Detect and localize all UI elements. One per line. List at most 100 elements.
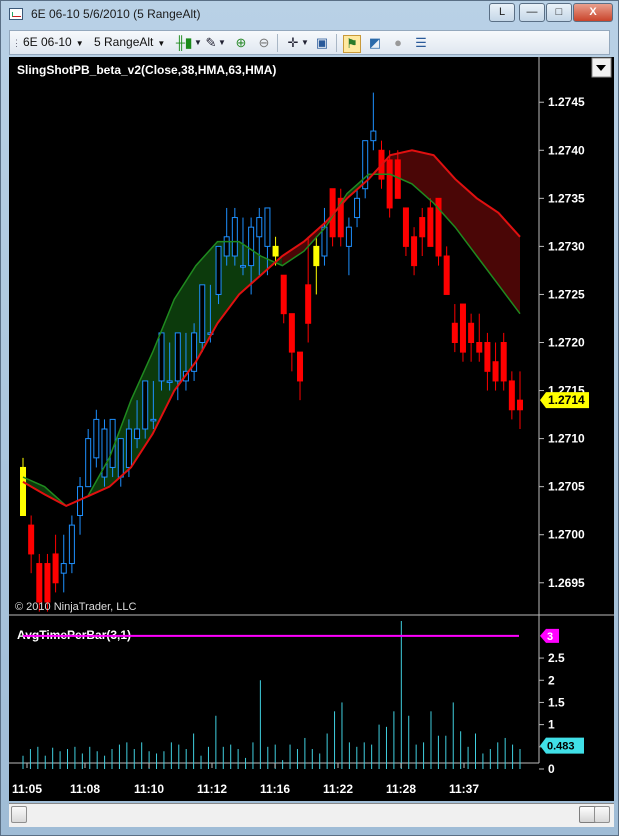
window-title: 6E 06-10 5/6/2010 (5 RangeAlt): [31, 7, 201, 21]
candle: [402, 207, 409, 256]
candle: [117, 438, 124, 487]
price-panel-title: SlingShotPB_beta_v2(Close,38,HMA,63,HMA): [17, 63, 276, 77]
instrument-selector[interactable]: 6E 06-10 ▼: [23, 34, 84, 51]
instrument-label: 6E 06-10: [23, 35, 72, 49]
minimize-button[interactable]: —: [519, 3, 545, 22]
indicator-tick-label: 2.5: [548, 651, 565, 665]
candle: [313, 236, 320, 295]
scroll-right-button[interactable]: [594, 806, 610, 823]
candle: [321, 207, 328, 266]
chart-window: 6E 06-10 5/6/2010 (5 RangeAlt) L — □ X ⋮…: [0, 0, 619, 836]
candle: [517, 371, 523, 429]
chart-area[interactable]: 1.2745 1.2740 1.2735 1.2730 1.2725 1.2720 1.27…: [9, 57, 614, 801]
maximize-button[interactable]: □: [546, 3, 572, 22]
indicator-tick-label: 2: [548, 673, 555, 687]
indicator-tick-label: 0: [548, 762, 555, 776]
candle: [419, 207, 426, 256]
link-button[interactable]: L: [489, 3, 515, 22]
time-tick-label: 11:08: [70, 782, 100, 796]
time-tick-label: 11:37: [449, 782, 479, 796]
candle: [52, 534, 59, 593]
close-button[interactable]: X: [573, 3, 613, 22]
time-tick-label: 11:12: [197, 782, 227, 796]
candle: [280, 274, 287, 324]
price-tick-label: 1.2730: [548, 239, 585, 253]
chevron-down-icon[interactable]: ▼: [218, 35, 226, 51]
strategy-icon[interactable]: ⚑: [343, 35, 361, 53]
chart-menu-button[interactable]: [591, 57, 612, 78]
candle: [459, 303, 466, 362]
period-label: 5 RangeAlt: [94, 35, 154, 49]
chevron-down-icon[interactable]: ▼: [301, 35, 309, 51]
zoom-in-icon[interactable]: ⊕: [233, 35, 249, 51]
horizontal-scrollbar[interactable]: [9, 803, 614, 827]
properties-icon[interactable]: ▣: [314, 35, 330, 51]
price-tick-label: 1.2740: [548, 143, 585, 157]
indicator-tick-label: 1.5: [548, 695, 565, 709]
indicators-icon[interactable]: ◩: [367, 35, 383, 51]
price-tick-label: 1.2720: [548, 336, 585, 350]
price-tick-label: 1.2725: [548, 287, 585, 301]
price-tick-label: 1.2745: [548, 95, 585, 109]
time-tick-label: 11:22: [323, 782, 353, 796]
title-bar[interactable]: 6E 06-10 5/6/2010 (5 RangeAlt) L — □ X: [1, 1, 618, 28]
toolbar-separator: [336, 34, 337, 52]
indicator-level-marker: 3: [540, 628, 559, 643]
price-tick-label: 1.2710: [548, 432, 585, 446]
time-tick-label: 11:05: [12, 782, 42, 796]
candle: [20, 457, 26, 517]
copyright-text: © 2010 NinjaTrader, LLC: [15, 601, 136, 613]
pencil-draw-icon[interactable]: ✎: [203, 35, 219, 51]
price-tick-label: 1.2705: [548, 480, 585, 494]
indicator-level-label: 3: [547, 631, 553, 643]
chart-app-icon[interactable]: [9, 8, 23, 20]
candle: [337, 188, 344, 247]
chevron-down-icon: ▼: [75, 39, 84, 48]
last-price-label: 1.2714: [548, 393, 585, 407]
chart-canvas[interactable]: 1.2745 1.2740 1.2735 1.2730 1.2725 1.2720 1.27…: [9, 57, 614, 801]
time-tick-label: 11:10: [134, 782, 164, 796]
candle: [386, 150, 393, 218]
price-tick-label: 1.2700: [548, 528, 585, 542]
candle: [305, 236, 312, 343]
candle: [362, 140, 369, 199]
price-tick-label: 1.2695: [548, 576, 585, 590]
period-selector[interactable]: 5 RangeAlt ▼: [94, 34, 165, 51]
candle: [411, 227, 418, 276]
candle: [443, 246, 450, 295]
crosshair-icon[interactable]: ✛: [285, 35, 301, 51]
candle: [199, 284, 206, 353]
candle: [492, 342, 499, 391]
candle: [68, 515, 75, 574]
grip-icon: ⋮: [12, 38, 21, 48]
candle: [508, 371, 515, 420]
last-price-marker: 1.2714: [540, 392, 589, 409]
candle: [451, 304, 458, 353]
indicator-tick-label: 1: [548, 718, 555, 732]
indicator-bars: [22, 621, 521, 769]
chevron-down-icon[interactable]: ▼: [194, 35, 202, 51]
candle: [101, 419, 108, 487]
candle: [77, 477, 84, 535]
indicator-axis[interactable]: 2.521.510.50: [539, 651, 565, 776]
candle: [484, 332, 491, 391]
data-box-icon[interactable]: ☰: [413, 35, 429, 51]
toolbar-separator: [277, 34, 278, 52]
time-tick-label: 11:16: [260, 782, 290, 796]
price-axis[interactable]: 1.2745 1.2740 1.2735 1.2730 1.2725 1.2720 1.27…: [539, 95, 585, 590]
candle: [297, 351, 304, 401]
record-icon[interactable]: ●: [390, 35, 406, 51]
chart-toolbar: ⋮ 6E 06-10 ▼ 5 RangeAlt ▼ ╫▮ ▼ ✎ ▼ ⊕ ⊖ ✛ ▼…: [9, 30, 610, 55]
indicator-last-value-label: 0.483: [547, 741, 575, 753]
zoom-out-icon[interactable]: ⊖: [256, 35, 272, 51]
time-tick-label: 11:28: [386, 782, 416, 796]
candlestick-style-icon[interactable]: ╫▮: [174, 35, 194, 51]
candle: [476, 313, 483, 362]
candle: [345, 217, 352, 276]
candle: [93, 409, 100, 468]
candle: [28, 515, 35, 574]
scroll-left-button[interactable]: [11, 806, 27, 823]
candle: [468, 313, 475, 362]
candle: [427, 198, 434, 247]
price-tick-label: 1.2735: [548, 191, 585, 205]
